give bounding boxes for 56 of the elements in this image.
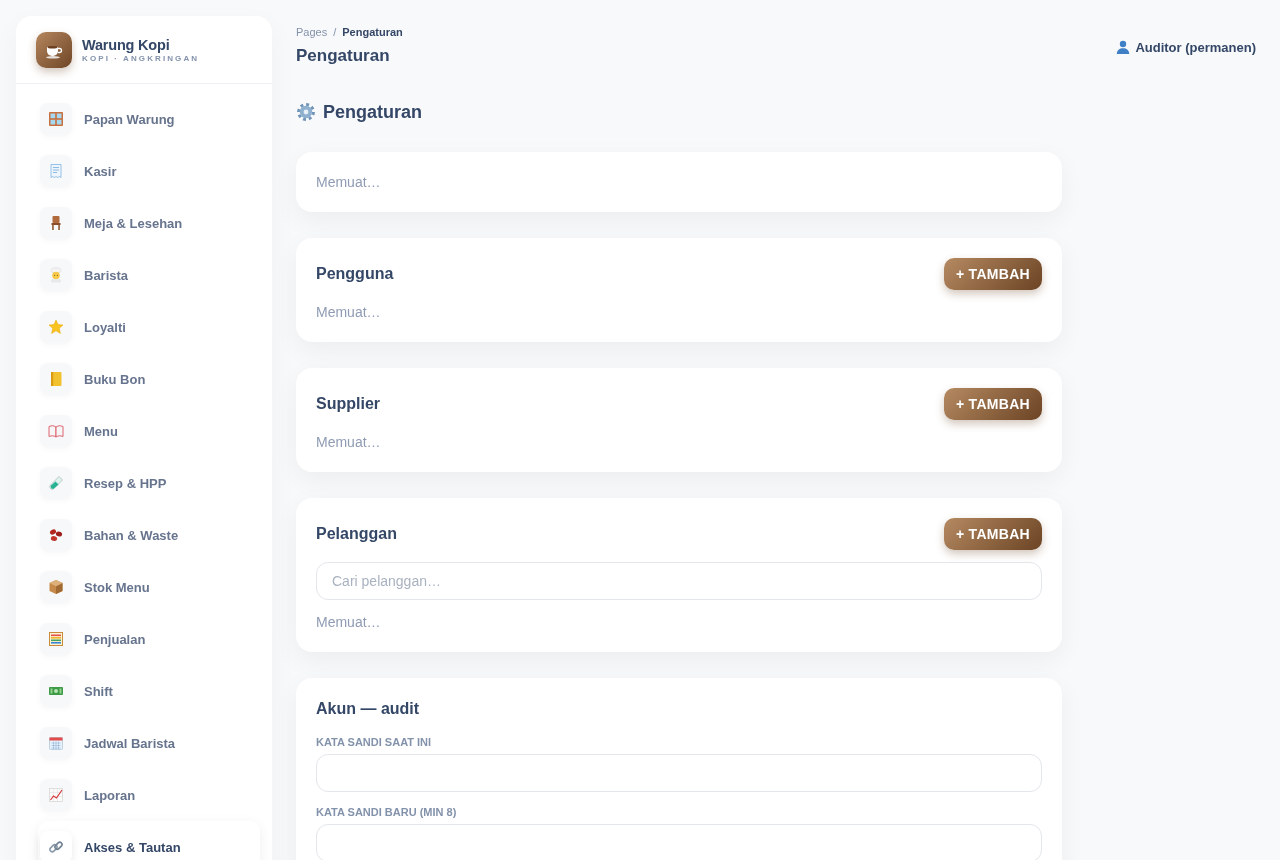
sidebar-item[interactable]: Stok Menu (38, 561, 260, 613)
sidebar-item[interactable]: Resep & HPP (38, 457, 260, 509)
sidebar-item[interactable]: Barista (38, 249, 260, 301)
person-icon (1116, 40, 1131, 54)
password-field[interactable] (316, 754, 1042, 792)
card-title: Akun — audit (316, 699, 420, 719)
search-field[interactable]: Cari pelanggan… (316, 562, 1042, 600)
sidebar-item[interactable]: Penjualan (38, 613, 260, 665)
breadcrumb-current: Pengaturan (342, 25, 403, 40)
sidebar-item[interactable]: Buku Bon (38, 353, 260, 405)
line-chart-icon (40, 779, 72, 811)
chair-icon (40, 207, 72, 239)
sidebar-item[interactable]: Kasir (38, 145, 260, 197)
loading-text: Memuat… (316, 173, 382, 192)
card-title: Supplier (316, 394, 380, 414)
gear-icon (296, 102, 316, 122)
link-icon (40, 831, 72, 860)
page-title: Pengaturan (296, 45, 391, 67)
box-icon (40, 571, 72, 603)
test-tube-icon (40, 467, 72, 499)
sidebar-item[interactable]: Laporan (38, 769, 260, 821)
chef-icon (40, 259, 72, 291)
coffee-cup-icon (36, 32, 72, 68)
breadcrumb-separator: / (333, 25, 337, 40)
breadcrumb-link[interactable]: Pages (296, 24, 328, 40)
window-icon (40, 103, 72, 135)
card-title: Pengguna (316, 264, 394, 284)
add-button[interactable]: + TAMBAH (943, 388, 1042, 420)
abacus-icon (40, 623, 72, 655)
sidebar-item[interactable]: Papan Warung (38, 93, 260, 145)
field-label: KATA SANDI BARU (MIN 8) (316, 805, 458, 819)
calendar-icon (40, 727, 72, 759)
beans-icon (40, 519, 72, 551)
password-field[interactable] (316, 824, 1042, 860)
open-book-icon (40, 415, 72, 447)
sidebar-item[interactable]: Bahan & Waste (38, 509, 260, 561)
user-menu[interactable]: Auditor (permanen) (1116, 39, 1256, 55)
section-heading: Pengaturan (323, 101, 423, 124)
notebook-icon (40, 363, 72, 395)
banknote-icon (40, 675, 72, 707)
sidebar-item[interactable]: Meja & Lesehan (38, 197, 260, 249)
loading-text: Memuat… (316, 433, 382, 452)
brand-title: Warung Kopi (82, 36, 171, 54)
sidebar-item[interactable]: Jadwal Barista (38, 717, 260, 769)
add-button[interactable]: + TAMBAH (943, 518, 1042, 550)
add-button[interactable]: + TAMBAH (943, 258, 1042, 290)
card-title: Pelanggan (316, 524, 397, 544)
sidebar-item[interactable]: Loyalti (38, 301, 260, 353)
field-label: KATA SANDI SAAT INI (316, 735, 433, 749)
receipt-icon (40, 155, 72, 187)
sidebar-item[interactable]: Shift (38, 665, 260, 717)
sidebar-item[interactable]: Akses & Tautan (38, 821, 260, 860)
brand-subtitle: KOPI · ANGKRINGAN (82, 53, 200, 64)
sidebar-item[interactable]: Menu (38, 405, 260, 457)
loading-text: Memuat… (316, 303, 382, 322)
loading-text: Memuat… (316, 613, 382, 632)
